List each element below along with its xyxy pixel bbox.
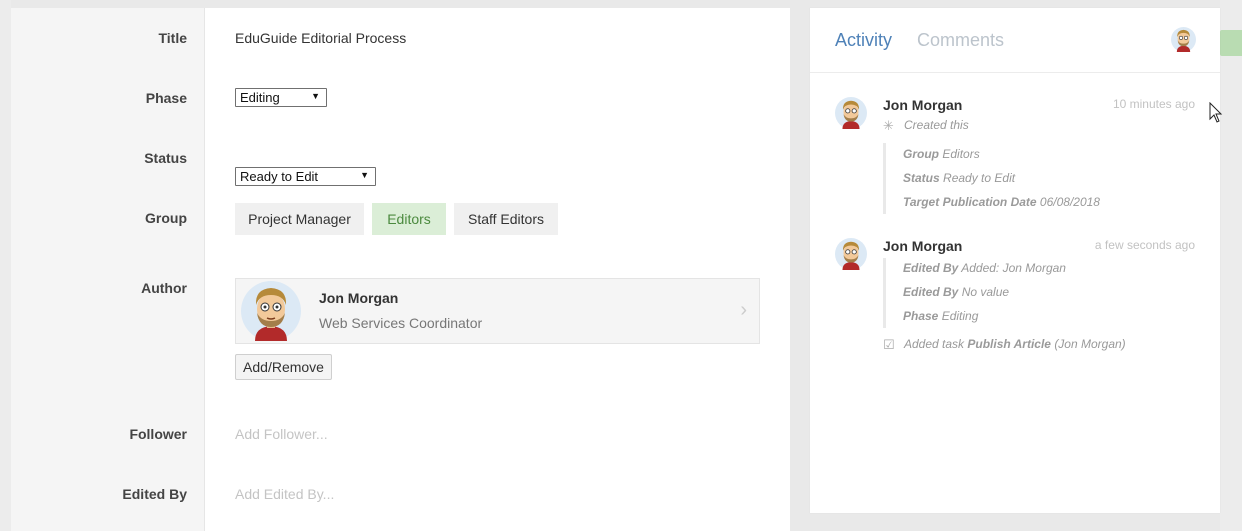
group-label: Group	[145, 210, 187, 226]
phase-label: Phase	[145, 90, 187, 106]
phase-select[interactable]: Editing ▼	[235, 88, 327, 107]
author-label: Author	[141, 280, 187, 296]
activity-user-name: Jon Morgan	[883, 238, 963, 254]
activity-detail-line: Group Editors	[903, 147, 980, 161]
avatar	[835, 97, 867, 129]
phase-select-value: Editing	[240, 90, 280, 105]
detail-form: Title EduGuide Editorial Process Phase E…	[11, 8, 790, 531]
activity-timestamp: 10 minutes ago	[1112, 97, 1195, 111]
user-avatar[interactable]	[1171, 27, 1196, 52]
activity-detail-bar	[883, 258, 886, 328]
author-role: Web Services Coordinator	[319, 315, 483, 331]
status-select-value: Ready to Edit	[240, 169, 319, 184]
activity-panel: Activity Comments Jon Morgan 10 minutes …	[810, 8, 1220, 513]
follower-input[interactable]: Add Follower...	[235, 426, 535, 442]
group-option-editors[interactable]: Editors	[372, 203, 446, 235]
background-page-edge-right	[1220, 0, 1242, 531]
label-column	[11, 8, 205, 531]
sparkle-icon: ✳	[883, 118, 894, 133]
activity-detail-line: Status Ready to Edit	[903, 171, 1016, 185]
background-page-edge	[0, 0, 11, 531]
author-card[interactable]: Jon Morgan Web Services Coordinator ›	[235, 278, 760, 344]
tab-comments[interactable]: Comments	[917, 30, 1004, 51]
title-label: Title	[158, 30, 187, 46]
activity-user-name: Jon Morgan	[883, 97, 963, 113]
activity-task-line: ☑ Added task Publish Article (Jon Morgan…	[883, 337, 1126, 352]
add-remove-author-button[interactable]: Add/Remove	[235, 354, 332, 380]
avatar	[835, 238, 867, 270]
status-select[interactable]: Ready to Edit ▼	[235, 167, 376, 186]
follower-label: Follower	[129, 426, 187, 442]
status-label: Status	[144, 150, 187, 166]
activity-detail-line: Edited By Added: Jon Morgan	[903, 261, 1066, 275]
activity-timestamp: a few seconds ago	[1094, 238, 1195, 252]
task-link[interactable]: Publish Article	[967, 337, 1051, 351]
mouse-cursor-icon	[1209, 102, 1223, 123]
author-name: Jon Morgan	[319, 290, 399, 306]
tab-activity[interactable]: Activity	[835, 30, 892, 51]
edited-by-label: Edited By	[122, 486, 187, 502]
checkbox-icon: ☑	[883, 337, 895, 352]
chevron-right-icon: ›	[740, 299, 747, 321]
activity-detail-line: Edited By No value	[903, 285, 1010, 299]
background-tag	[1220, 30, 1242, 56]
activity-detail-line: Target Publication Date 06/08/2018	[903, 195, 1100, 209]
dropdown-arrow-icon: ▼	[360, 170, 369, 180]
edited-by-input[interactable]: Add Edited By...	[235, 486, 535, 502]
group-options: Project Manager Editors Staff Editors	[235, 203, 565, 235]
activity-detail-line: Phase Editing	[903, 309, 979, 323]
activity-detail-bar	[883, 143, 886, 214]
group-option-staff-editors[interactable]: Staff Editors	[454, 203, 558, 235]
group-option-project-manager[interactable]: Project Manager	[235, 203, 364, 235]
activity-action: ✳ Created this	[883, 118, 969, 133]
activity-tabs: Activity Comments	[810, 8, 1220, 73]
dropdown-arrow-icon: ▼	[311, 91, 320, 101]
title-value[interactable]: EduGuide Editorial Process	[235, 30, 406, 46]
activity-action-text: Created this	[904, 118, 969, 132]
avatar	[241, 281, 301, 341]
